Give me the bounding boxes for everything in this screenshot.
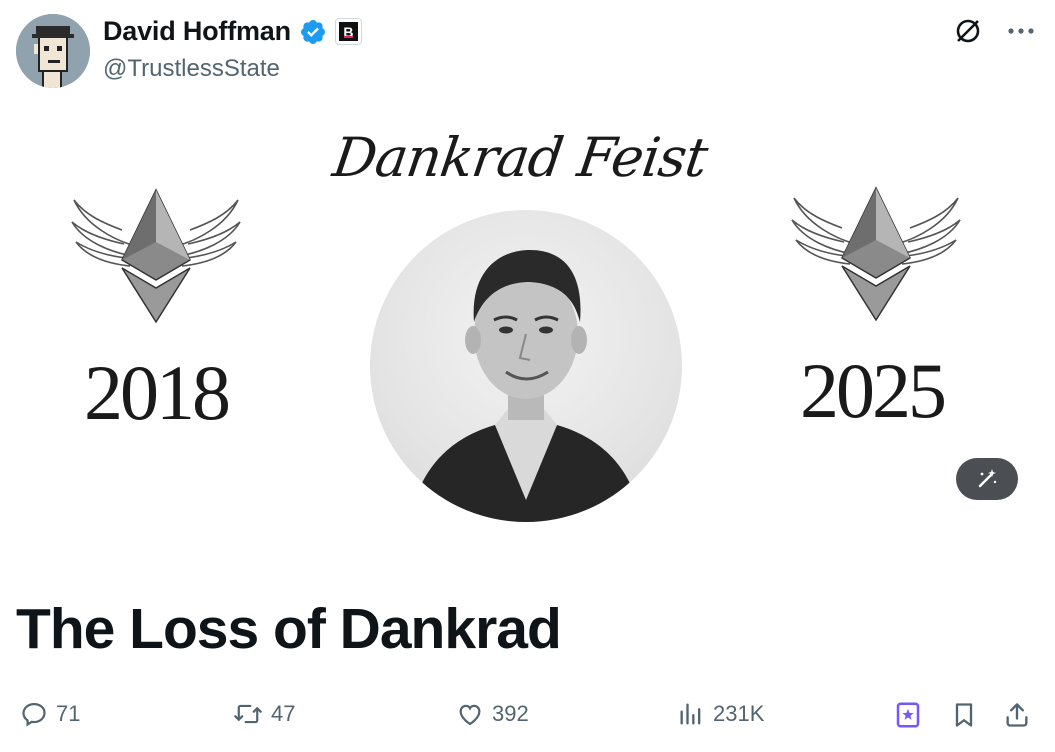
reply-count: 71 xyxy=(56,701,81,726)
winged-ethereum-emblem-icon-right xyxy=(791,186,961,322)
reply-icon xyxy=(22,702,46,727)
post-actions-bar: 71 47 392 231K xyxy=(0,700,1055,740)
repost-button[interactable]: 47 xyxy=(233,700,295,728)
year-left: 2018 xyxy=(84,349,231,436)
more-icon[interactable] xyxy=(1007,26,1035,36)
magic-wand-button[interactable] xyxy=(956,458,1018,500)
views-button[interactable]: 231K xyxy=(677,700,764,728)
author-display-name[interactable]: David Hoffman xyxy=(103,16,291,47)
bookmark-icon xyxy=(955,703,973,727)
reply-button[interactable]: 71 xyxy=(20,700,80,728)
post-media-image[interactable]: Dankrad Feist 2018 2025 xyxy=(0,110,1055,560)
grok-action-button[interactable] xyxy=(893,700,923,730)
author-handle[interactable]: @TrustlessState xyxy=(103,55,280,83)
post-card: David Hoffman B @TrustlessState Dankrad … xyxy=(0,0,1055,752)
pixel-avatar-icon xyxy=(16,14,90,88)
repost-icon xyxy=(234,704,262,724)
like-button[interactable]: 392 xyxy=(456,700,529,728)
like-count: 392 xyxy=(492,701,529,726)
media-script-title: Dankrad Feist xyxy=(329,126,711,189)
winged-ethereum-emblem-icon xyxy=(71,188,241,324)
top-actions xyxy=(953,16,1035,46)
year-right: 2025 xyxy=(800,347,947,434)
views-count: 231K xyxy=(713,701,765,726)
portrait-photo xyxy=(370,210,682,522)
repost-count: 47 xyxy=(271,701,296,726)
grok-bookmark-icon xyxy=(896,702,920,728)
share-icon xyxy=(1006,703,1028,727)
post-title: The Loss of Dankrad xyxy=(16,597,562,661)
bookmark-button[interactable] xyxy=(950,700,978,730)
grok-icon[interactable] xyxy=(953,16,983,46)
affiliation-badge-label: B xyxy=(338,22,358,41)
person-portrait-icon xyxy=(410,250,642,522)
verified-badge-icon[interactable] xyxy=(299,18,327,46)
share-button[interactable] xyxy=(1003,700,1031,730)
affiliation-badge[interactable]: B xyxy=(334,18,362,45)
avatar[interactable] xyxy=(16,14,90,88)
views-icon xyxy=(680,703,701,725)
author-name-row: David Hoffman B xyxy=(103,16,362,47)
heart-icon xyxy=(459,704,481,726)
magic-wand-icon xyxy=(978,469,997,488)
